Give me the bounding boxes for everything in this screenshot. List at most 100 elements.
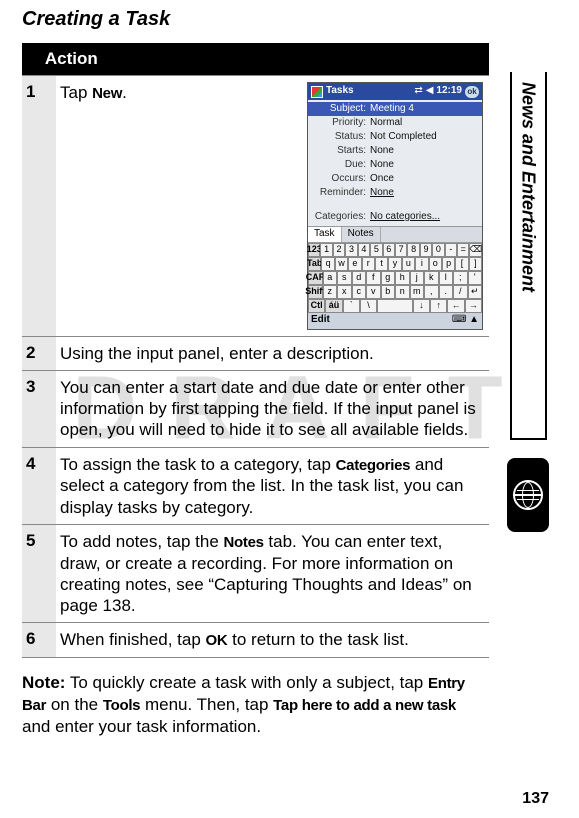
tab-task[interactable]: Task — [308, 227, 342, 242]
key[interactable]: - — [445, 243, 457, 257]
soft-keyboard[interactable]: 1231234567890-=⌫ Tabqwertyuiop[] CAPasdf… — [308, 242, 482, 313]
shot-title: Tasks — [326, 85, 354, 98]
tools-keyword: Tools — [103, 697, 140, 714]
step-4-text: To assign the task to a category, tap Ca… — [56, 447, 489, 524]
edit-menu[interactable]: Edit — [311, 314, 330, 327]
key[interactable]: q — [321, 257, 334, 271]
key[interactable]: u — [402, 257, 415, 271]
priority-value[interactable]: Normal — [370, 117, 402, 130]
categories-value[interactable]: No categories... — [370, 211, 440, 224]
key[interactable]: m — [410, 285, 425, 299]
shot-time: 12:19 — [436, 85, 462, 98]
key[interactable]: 2 — [333, 243, 345, 257]
subject-value[interactable]: Meeting 4 — [370, 103, 414, 116]
key[interactable]: 8 — [407, 243, 419, 257]
key[interactable]: i — [415, 257, 428, 271]
speaker-icon: ◀ — [426, 85, 434, 98]
key[interactable]: b — [381, 285, 396, 299]
starts-value[interactable]: None — [370, 145, 394, 158]
key[interactable]: ; — [453, 271, 468, 285]
key[interactable]: ↓ — [413, 299, 430, 313]
step-6-text: When finished, tap OK to return to the t… — [56, 623, 489, 658]
key[interactable]: s — [337, 271, 352, 285]
key[interactable]: \ — [360, 299, 377, 313]
key[interactable]: n — [395, 285, 410, 299]
key[interactable]: a — [323, 271, 338, 285]
key[interactable]: . — [439, 285, 454, 299]
key[interactable]: r — [362, 257, 375, 271]
priority-label: Priority: — [308, 117, 370, 130]
key[interactable]: e — [348, 257, 361, 271]
key[interactable]: / — [453, 285, 468, 299]
key[interactable]: → — [465, 299, 482, 313]
keyboard-icon[interactable]: ⌨ — [452, 314, 466, 325]
tasks-screenshot: Tasks ⇄ ◀ 12:19 ok Subject:Meet — [307, 82, 483, 330]
key[interactable]: g — [381, 271, 396, 285]
key[interactable]: áü — [325, 299, 342, 313]
key[interactable]: t — [375, 257, 388, 271]
step-num-1: 1 — [22, 76, 56, 337]
key[interactable]: f — [366, 271, 381, 285]
connectivity-icon: ⇄ — [414, 85, 422, 98]
page-number: 137 — [522, 790, 549, 808]
categories-keyword: Categories — [336, 457, 411, 474]
key[interactable]: ← — [447, 299, 464, 313]
tab-notes[interactable]: Notes — [342, 227, 381, 242]
reminder-value[interactable]: None — [370, 187, 394, 200]
key[interactable]: k — [424, 271, 439, 285]
key[interactable]: 1 — [320, 243, 332, 257]
page-title: Creating a Task — [22, 8, 489, 31]
key[interactable] — [377, 299, 413, 313]
key[interactable]: h — [395, 271, 410, 285]
step-num-4: 4 — [22, 447, 56, 524]
menu-up-arrow[interactable]: ▲ — [469, 314, 479, 325]
key[interactable]: Ctl — [308, 299, 325, 313]
starts-label: Starts: — [308, 145, 370, 158]
occurs-value[interactable]: Once — [370, 173, 394, 186]
key[interactable]: 4 — [358, 243, 370, 257]
key[interactable]: = — [457, 243, 469, 257]
key[interactable]: ↑ — [430, 299, 447, 313]
key[interactable]: o — [429, 257, 442, 271]
action-table: Action 1 Tap New. Tasks — [22, 43, 489, 658]
start-flag-icon — [311, 86, 323, 98]
key[interactable]: ` — [343, 299, 360, 313]
note-label: Note: — [22, 673, 65, 692]
key[interactable]: 9 — [420, 243, 432, 257]
key[interactable]: v — [366, 285, 381, 299]
key[interactable]: 3 — [345, 243, 357, 257]
key[interactable]: [ — [455, 257, 468, 271]
key[interactable]: Shift — [308, 285, 323, 299]
key[interactable]: 7 — [395, 243, 407, 257]
key[interactable]: 5 — [370, 243, 382, 257]
key[interactable]: d — [352, 271, 367, 285]
key[interactable]: 0 — [432, 243, 444, 257]
key[interactable]: w — [335, 257, 348, 271]
status-value[interactable]: Not Completed — [370, 131, 437, 144]
step-3-text: You can enter a start date and due date … — [56, 370, 489, 447]
step-num-2: 2 — [22, 336, 56, 370]
key[interactable]: ] — [469, 257, 482, 271]
key[interactable]: x — [337, 285, 352, 299]
key[interactable]: CAP — [308, 271, 323, 285]
key[interactable]: , — [424, 285, 439, 299]
key[interactable]: ' — [468, 271, 483, 285]
key[interactable]: z — [323, 285, 338, 299]
due-value[interactable]: None — [370, 159, 394, 172]
key[interactable]: c — [352, 285, 367, 299]
key[interactable]: ⌫ — [469, 243, 481, 257]
key[interactable]: ↵ — [468, 285, 483, 299]
step-2-text: Using the input panel, enter a descripti… — [56, 336, 489, 370]
key[interactable]: l — [439, 271, 454, 285]
step-num-3: 3 — [22, 370, 56, 447]
key[interactable]: p — [442, 257, 455, 271]
key[interactable]: 123 — [308, 243, 320, 257]
key[interactable]: Tab — [308, 257, 321, 271]
key[interactable]: y — [388, 257, 401, 271]
step-num-6: 6 — [22, 623, 56, 658]
key[interactable]: 6 — [383, 243, 395, 257]
ok-keyword: OK — [206, 632, 228, 649]
key[interactable]: j — [410, 271, 425, 285]
occurs-label: Occurs: — [308, 173, 370, 186]
shot-ok-button[interactable]: ok — [465, 86, 479, 98]
